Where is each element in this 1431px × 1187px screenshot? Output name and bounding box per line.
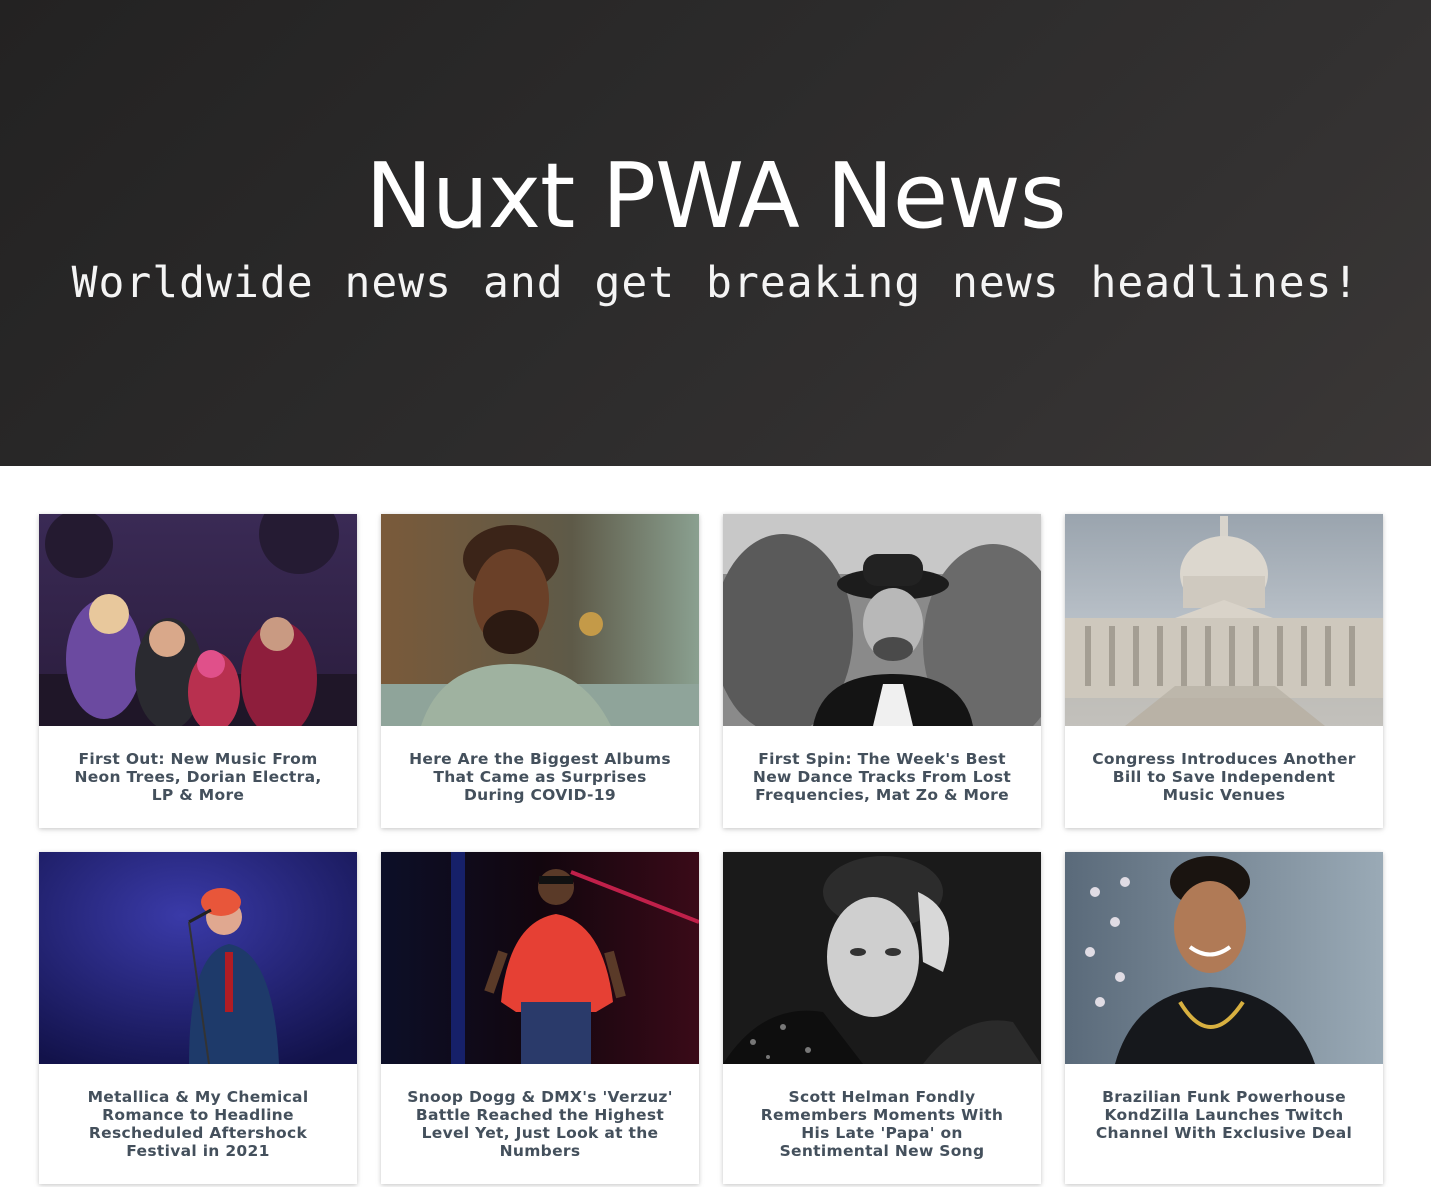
smiling-man-photo[interactable] — [1065, 852, 1383, 1064]
news-card[interactable]: First Spin: The Week's Best New Dance Tr… — [723, 514, 1041, 828]
article-title[interactable]: Metallica & My Chemical Romance to Headl… — [39, 1064, 357, 1160]
news-card[interactable]: Congress Introduces Another Bill to Save… — [1065, 514, 1383, 828]
site-title: Nuxt PWA News — [365, 144, 1066, 249]
article-title[interactable]: Scott Helman Fondly Remembers Moments Wi… — [723, 1064, 1041, 1160]
band-photo[interactable] — [39, 514, 357, 726]
article-title[interactable]: Here Are the Biggest Albums That Came as… — [381, 726, 699, 804]
news-card[interactable]: Metallica & My Chemical Romance to Headl… — [39, 852, 357, 1184]
rapper-on-stage-photo[interactable] — [381, 852, 699, 1064]
portrait-photo[interactable] — [381, 514, 699, 726]
news-card[interactable]: Scott Helman Fondly Remembers Moments Wi… — [723, 852, 1041, 1184]
article-title[interactable]: First Spin: The Week's Best New Dance Tr… — [723, 726, 1041, 804]
news-card[interactable]: First Out: New Music From Neon Trees, Do… — [39, 514, 357, 828]
singer-on-stage-photo[interactable] — [39, 852, 357, 1064]
article-title[interactable]: Snoop Dogg & DMX's 'Verzuz' Battle Reach… — [381, 1064, 699, 1160]
article-title[interactable]: First Out: New Music From Neon Trees, Do… — [39, 726, 357, 804]
site-tagline: Worldwide news and get breaking news hea… — [71, 258, 1360, 308]
article-title[interactable]: Brazilian Funk Powerhouse KondZilla Laun… — [1065, 1064, 1383, 1142]
news-card[interactable]: Brazilian Funk Powerhouse KondZilla Laun… — [1065, 852, 1383, 1184]
hero-banner: Nuxt PWA News Worldwide news and get bre… — [0, 0, 1431, 466]
news-card[interactable]: Snoop Dogg & DMX's 'Verzuz' Battle Reach… — [381, 852, 699, 1184]
news-grid: First Out: New Music From Neon Trees, Do… — [39, 514, 1383, 1184]
article-title[interactable]: Congress Introduces Another Bill to Save… — [1065, 726, 1383, 804]
bw-portrait-photo[interactable] — [723, 852, 1041, 1064]
news-card[interactable]: Here Are the Biggest Albums That Came as… — [381, 514, 699, 828]
dj-portrait-photo[interactable] — [723, 514, 1041, 726]
capitol-building-photo[interactable] — [1065, 514, 1383, 726]
